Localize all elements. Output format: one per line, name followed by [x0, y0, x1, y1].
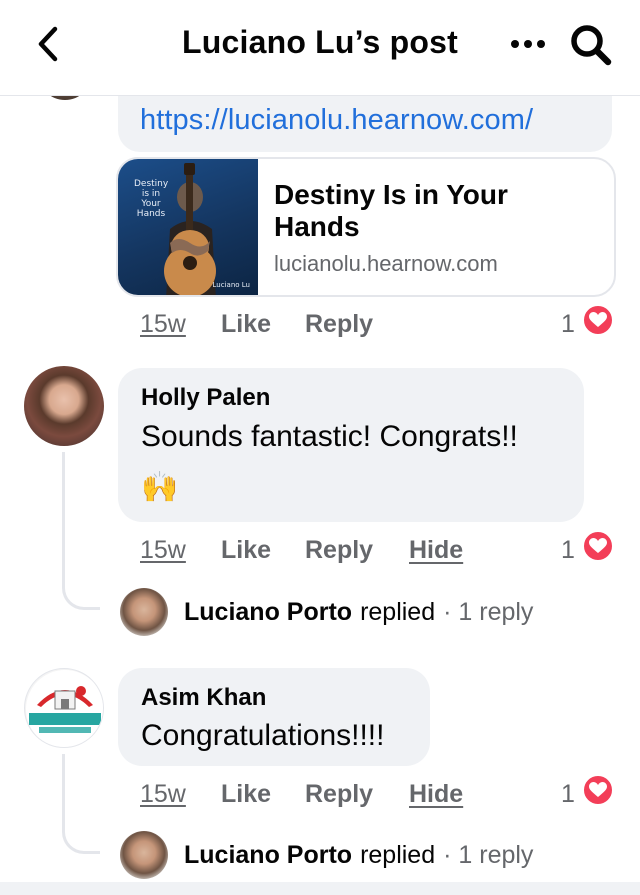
love-reaction-badge[interactable] — [582, 304, 614, 336]
commenter-avatar[interactable] — [24, 668, 104, 748]
like-button[interactable]: Like — [221, 780, 271, 809]
reply-count: · 1 reply — [443, 597, 534, 626]
like-button[interactable]: Like — [221, 536, 271, 565]
realtor-logo-icon — [26, 670, 103, 747]
love-reaction-badge[interactable] — [582, 530, 614, 562]
more-horizontal-icon — [511, 40, 545, 48]
like-button[interactable]: Like — [221, 310, 271, 339]
thread-connector — [62, 754, 100, 854]
top-bar: Luciano Lu’s post — [0, 0, 640, 96]
link-preview-card[interactable]: Destiny is in Your Hands Luciano Lu Dest… — [116, 157, 616, 297]
replier-name[interactable]: Luciano Porto — [184, 841, 352, 870]
replier-avatar[interactable] — [120, 588, 168, 636]
reply-button[interactable]: Reply — [305, 310, 373, 339]
more-options-button[interactable] — [506, 22, 550, 66]
replied-label: replied — [360, 597, 436, 626]
view-replies-link[interactable]: Luciano Porto replied · 1 reply — [120, 831, 533, 879]
link-preview-title: Destiny Is in Your Hands — [274, 179, 508, 242]
hide-button[interactable]: Hide — [409, 536, 463, 565]
reply-count: · 1 reply — [443, 840, 534, 869]
commenter-name[interactable]: Holly Palen — [141, 384, 270, 412]
album-cover-artist: Luciano Lu — [212, 281, 250, 289]
reaction-count[interactable]: 1 — [561, 536, 575, 565]
reply-button[interactable]: Reply — [305, 536, 373, 565]
comment-timestamp[interactable]: 15w — [140, 310, 186, 339]
link-preview-domain: lucianolu.hearnow.com — [274, 251, 498, 276]
reaction-count[interactable]: 1 — [561, 780, 575, 809]
thread-connector — [62, 452, 100, 610]
commenter-name[interactable]: Asim Khan — [141, 684, 266, 712]
comment-timestamp[interactable]: 15w — [140, 780, 186, 809]
replier-name[interactable]: Luciano Porto — [184, 598, 352, 627]
search-icon — [571, 25, 612, 66]
raising-hands-emoji: 🙌 — [141, 471, 179, 504]
heart-icon — [589, 782, 607, 797]
comment-text: Congratulations!!!! — [141, 719, 385, 752]
commenter-avatar[interactable] — [24, 366, 104, 446]
album-cover-image: Destiny is in Your Hands Luciano Lu — [118, 159, 258, 295]
love-reaction-badge[interactable] — [582, 774, 614, 806]
bottom-edge — [0, 882, 640, 895]
reply-button[interactable]: Reply — [305, 780, 373, 809]
replied-label: replied — [360, 840, 436, 869]
hide-button[interactable]: Hide — [409, 780, 463, 809]
comment-text: Sounds fantastic! Congrats!! — [141, 420, 518, 453]
reaction-count[interactable]: 1 — [561, 310, 575, 339]
replier-avatar[interactable] — [120, 831, 168, 879]
album-cover-title: Destiny is in Your Hands — [134, 179, 169, 219]
heart-icon — [589, 538, 607, 553]
comment-timestamp[interactable]: 15w — [140, 536, 186, 565]
search-button[interactable] — [566, 20, 616, 70]
comment-link[interactable]: https://lucianolu.hearnow.com/ — [140, 104, 533, 137]
view-replies-link[interactable]: Luciano Porto replied · 1 reply — [120, 588, 533, 636]
heart-icon — [589, 312, 607, 327]
